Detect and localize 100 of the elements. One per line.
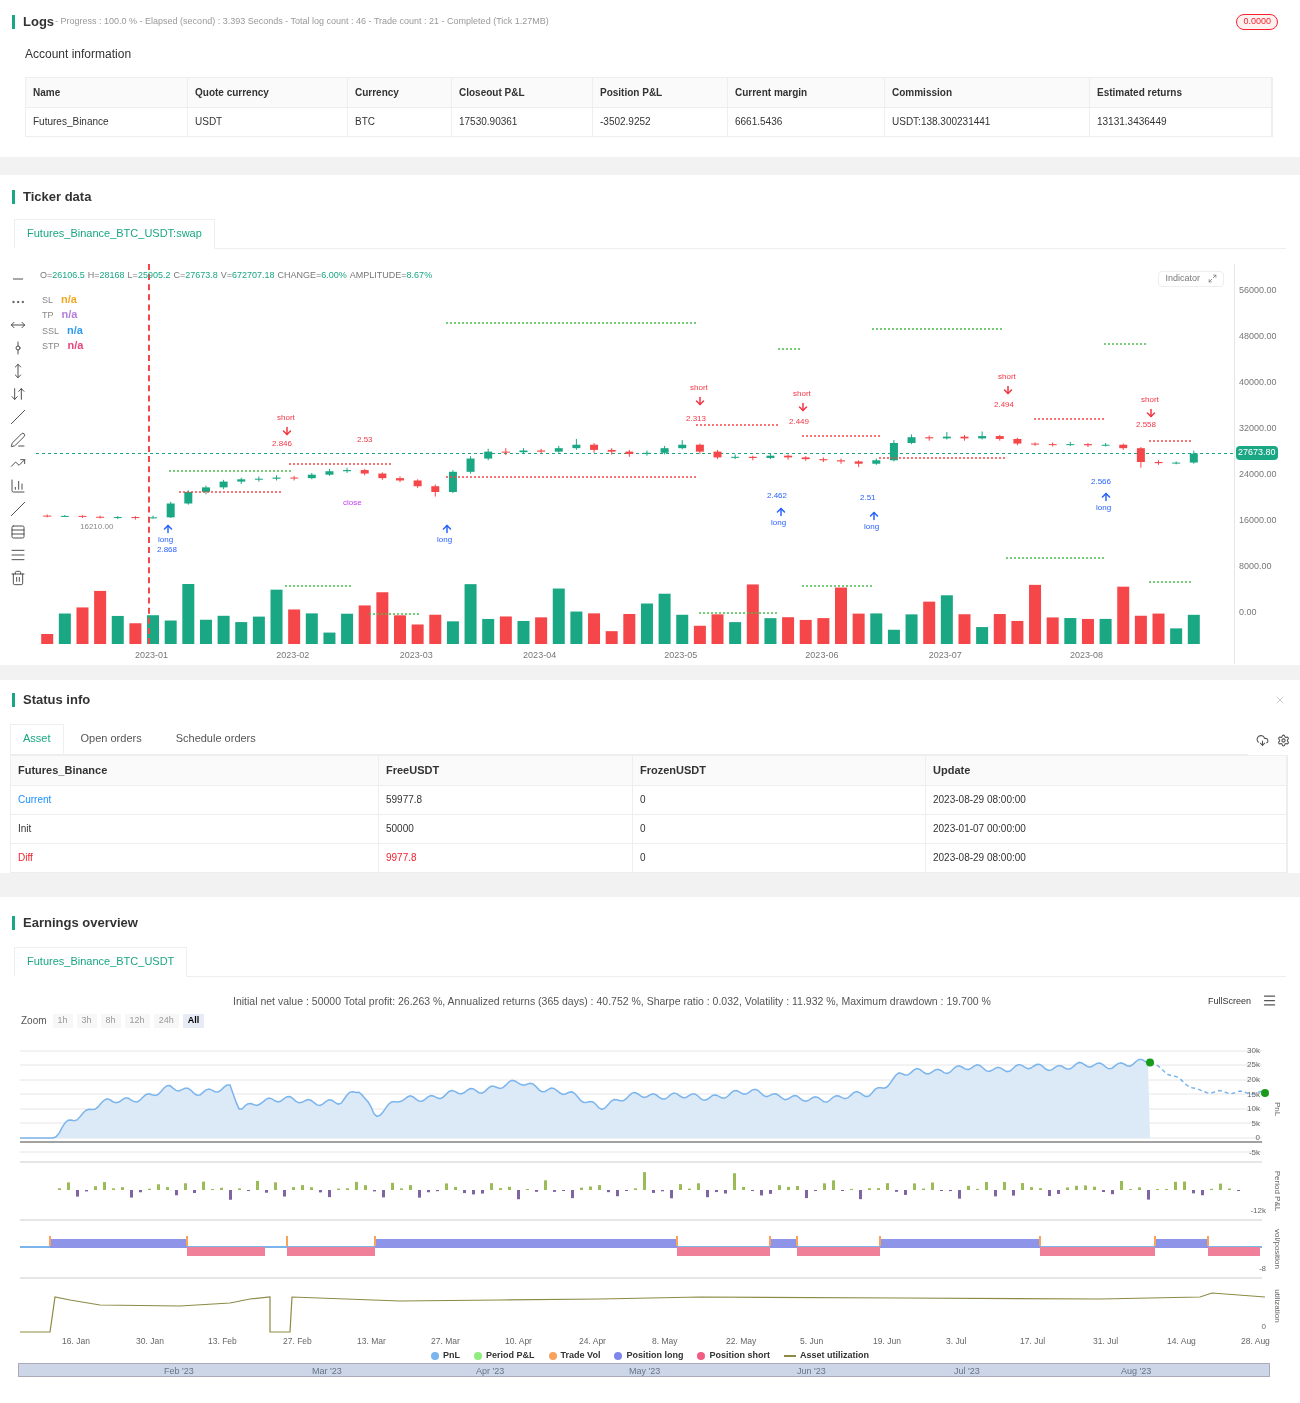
dotted-level-line [1104, 342, 1146, 345]
trash-icon[interactable] [10, 569, 26, 586]
date-tick: 10. Apr [505, 1335, 532, 1348]
section-title: Logs [23, 13, 55, 31]
candle [978, 430, 987, 440]
table-cell: 17530.90361 [452, 107, 593, 136]
date-tick: 2023-04 [523, 648, 557, 662]
zoom-button[interactable]: 12h [124, 1013, 150, 1028]
date-tick: 31. Jul [1093, 1335, 1119, 1348]
candle [1031, 441, 1040, 446]
candle [166, 500, 175, 518]
tab[interactable]: Futures_Binance_BTC_USDT:swap [14, 218, 215, 249]
candle [431, 483, 440, 497]
candle [1066, 440, 1075, 446]
candle [1136, 446, 1145, 468]
trade-label: long [158, 534, 174, 544]
axis-title: vol/position [1272, 1228, 1283, 1271]
column-header: FreeUSDT [379, 755, 633, 785]
grid-lines-icon[interactable] [10, 523, 26, 540]
ohlc-label: O= [40, 268, 53, 282]
last-price-label: 27673.80 [1236, 446, 1278, 460]
candle [1048, 441, 1057, 447]
dotted-level-line [778, 347, 800, 350]
axis-tick: 0 [1255, 1132, 1260, 1144]
trade-label: short [1141, 394, 1159, 404]
diagonal-line-icon[interactable] [10, 408, 26, 425]
trade-label: short [998, 371, 1016, 381]
up-arrow-icon [441, 522, 453, 535]
axis-tick: 10k [1247, 1103, 1260, 1115]
ohlc-label: C= [173, 268, 186, 282]
candle [272, 474, 281, 481]
bar-chart-icon[interactable] [10, 477, 26, 494]
up-arrow-icon [868, 509, 880, 522]
ohlc-value: 672707.18 [232, 268, 275, 282]
trade-label: short [277, 412, 295, 422]
trade-label: 2.462 [767, 490, 788, 500]
legend-label: TP [42, 309, 54, 322]
down-arrow-icon [797, 400, 809, 413]
candle [448, 469, 457, 494]
zoom-button[interactable]: All [182, 1013, 205, 1028]
zoom-button[interactable]: 24h [153, 1013, 179, 1028]
table-cell: BTC [348, 107, 452, 136]
date-tick: 27. Mar [431, 1335, 460, 1348]
trade-label: short [793, 388, 811, 398]
position-long-bar [770, 1239, 797, 1248]
pen-line-icon[interactable] [10, 431, 26, 448]
date-tick: 5. Jun [800, 1335, 824, 1348]
position-long-bar [1155, 1239, 1208, 1248]
up-down-arrows-icon[interactable] [10, 385, 26, 402]
candle [96, 514, 105, 519]
trade-label: 2.51 [860, 492, 876, 502]
legend-value: n/a [61, 293, 77, 307]
candle [960, 433, 969, 441]
legend-label: Period P&L [486, 1349, 535, 1362]
fullscreen-button[interactable]: FullScreen [1208, 994, 1252, 1008]
section-title: Ticker data [23, 188, 92, 206]
ohlc-value: 6.00% [321, 268, 347, 282]
candle [907, 433, 916, 445]
tab[interactable]: Schedule orders [158, 723, 273, 754]
table-cell: 9977.8 [379, 843, 633, 872]
legend-value: n/a [67, 340, 84, 353]
candle [1013, 436, 1022, 446]
table-cell: 0 [633, 814, 926, 843]
trade-label: 2.868 [157, 544, 178, 554]
zoom-button[interactable]: 1h [52, 1013, 73, 1028]
up-arrow-icon [775, 505, 787, 518]
candle [942, 431, 951, 440]
date-tick: 30. Jan [136, 1335, 164, 1348]
menu-icon[interactable] [1262, 992, 1277, 1008]
candle [360, 467, 369, 476]
candle [290, 474, 299, 481]
candle [607, 447, 616, 455]
candle [307, 471, 316, 480]
column-header: Current margin [728, 77, 885, 107]
cloud-download-icon[interactable] [1256, 733, 1269, 747]
date-tick: 2023-01 [135, 648, 169, 662]
table-cell: 2023-01-07 00:00:00 [926, 814, 1287, 843]
table-cell: USDT:138.300231441 [885, 107, 1090, 136]
ohlc-label: V= [220, 268, 232, 282]
date-tick: 3. Jul [946, 1335, 967, 1348]
date-tick: 2023-08 [1069, 648, 1103, 662]
settings-icon[interactable] [1277, 733, 1290, 747]
candle [572, 437, 581, 450]
tab[interactable]: Futures_Binance_BTC_USDT [14, 946, 188, 977]
axis-title: PnL [1272, 1100, 1283, 1119]
axis-tick: -8 [1258, 1263, 1266, 1275]
candle [1119, 442, 1128, 450]
candle [642, 449, 651, 456]
tab[interactable]: Asset [10, 723, 64, 754]
navigator-bar[interactable]: Feb '23 Mar '23 Apr '23 May '23 Jun '23 Jul '23 Aug '23 [18, 1363, 1270, 1377]
zoom-button[interactable]: 8h [100, 1013, 121, 1028]
zoom-button[interactable]: 3h [76, 1013, 97, 1028]
candle [501, 447, 510, 456]
candle [325, 467, 334, 476]
candle [237, 476, 246, 484]
column-header: Closeout P&L [452, 77, 593, 107]
tab[interactable]: Open orders [63, 723, 159, 754]
trade-label: 2.494 [994, 399, 1015, 409]
indicator-button[interactable]: Indicator [1158, 270, 1224, 287]
candle [695, 442, 704, 454]
